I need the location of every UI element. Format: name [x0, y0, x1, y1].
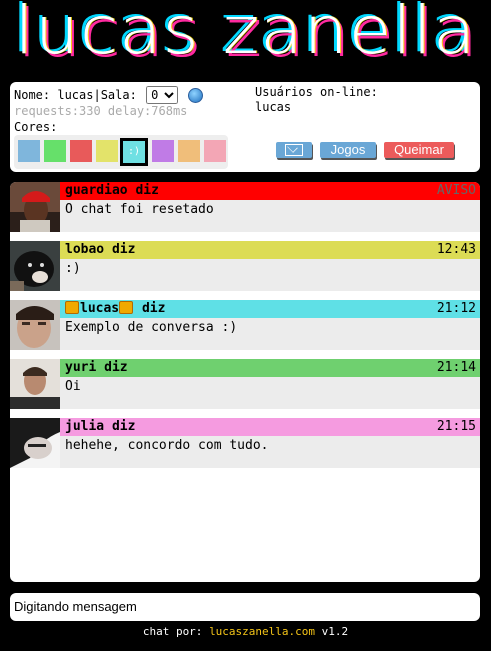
message-time: AVISO — [436, 183, 476, 198]
message-header: guardiao diz AVISO — [60, 182, 480, 200]
message-text: O chat foi resetado — [60, 200, 480, 232]
chat-message: yuri diz 21:14 Oi — [10, 359, 480, 411]
message-header: lucas diz 21:12 — [60, 300, 480, 318]
color-swatch-yellow[interactable] — [96, 140, 118, 162]
chat-message: guardiao diz AVISO O chat foi resetado — [10, 182, 480, 234]
room-select[interactable]: 0 — [146, 86, 179, 104]
stats-text: requests:330 delay:768ms — [14, 104, 188, 118]
avatar-julia — [10, 418, 60, 468]
online-user: lucas — [255, 100, 292, 114]
envelope-icon — [285, 143, 303, 156]
message-text: hehehe, concordo com tudo. — [60, 436, 480, 468]
color-swatch-blue[interactable] — [18, 140, 40, 162]
control-panel: Nome: lucas|Sala: 0 requests:330 delay:7… — [10, 82, 480, 172]
message-author-suffix: diz — [134, 301, 166, 316]
avatar-lucas — [10, 300, 60, 350]
message-header: yuri diz 21:14 — [60, 359, 480, 377]
jogos-button[interactable]: Jogos — [320, 142, 376, 158]
message-author: julia diz — [65, 419, 136, 434]
footer-link[interactable]: lucaszanella.com — [209, 625, 315, 638]
globe-icon[interactable] — [188, 88, 204, 103]
message-author: lobao diz — [65, 242, 136, 257]
message-time: 21:12 — [436, 301, 476, 316]
footer-version: v1.2 — [315, 625, 349, 638]
online-users-title: Usuários on-line: — [255, 85, 378, 99]
message-header: julia diz 21:15 — [60, 418, 480, 436]
avatar-lobao — [10, 241, 60, 291]
chat-message: julia diz 21:15 hehehe, concordo com tud… — [10, 418, 480, 470]
message-input[interactable]: Digitando mensagem — [10, 593, 480, 621]
chat-area: guardiao diz AVISO O chat foi resetado l… — [10, 182, 480, 582]
chat-message: lucas diz 21:12 Exemplo de conversa :) — [10, 300, 480, 352]
message-time: 21:15 — [436, 419, 476, 434]
avatar-guardiao — [10, 182, 60, 232]
color-swatch-orange[interactable] — [178, 140, 200, 162]
name-room-row: Nome: lucas|Sala: 0 — [14, 86, 204, 104]
message-text: Exemplo de conversa :) — [60, 318, 480, 350]
color-swatch-cyan-selected[interactable]: :) — [120, 138, 148, 166]
queimar-button[interactable]: Queimar — [384, 142, 454, 158]
color-swatch-green[interactable] — [44, 140, 66, 162]
message-author: guardiao diz — [65, 183, 159, 198]
color-swatch-pink[interactable] — [204, 140, 226, 162]
logo: lucas zanella lucas zanella lucas zanell… — [0, 0, 491, 82]
mail-button[interactable] — [276, 142, 312, 158]
crown-icon — [65, 301, 79, 314]
message-header: lobao diz 12:43 — [60, 241, 480, 259]
message-author: yuri diz — [65, 360, 128, 375]
message-author: lucas — [80, 301, 120, 316]
footer: chat por: lucaszanella.com v1.2 — [0, 625, 491, 638]
color-swatch-purple[interactable] — [152, 140, 174, 162]
chat-message: lobao diz 12:43 :) — [10, 241, 480, 293]
name-room-label: Nome: lucas|Sala: — [14, 88, 137, 102]
footer-prefix: chat por: — [142, 625, 210, 638]
color-swatch-red[interactable] — [70, 140, 92, 162]
message-time: 12:43 — [436, 242, 476, 257]
cores-label: Cores: — [14, 120, 58, 134]
message-time: 21:14 — [436, 360, 476, 375]
crown-icon — [119, 301, 134, 314]
message-text: Oi — [60, 377, 480, 409]
logo-text: lucas zanella — [14, 0, 477, 69]
color-swatches: :) — [14, 135, 228, 169]
avatar-yuri — [10, 359, 60, 409]
message-text: :) — [60, 259, 480, 291]
